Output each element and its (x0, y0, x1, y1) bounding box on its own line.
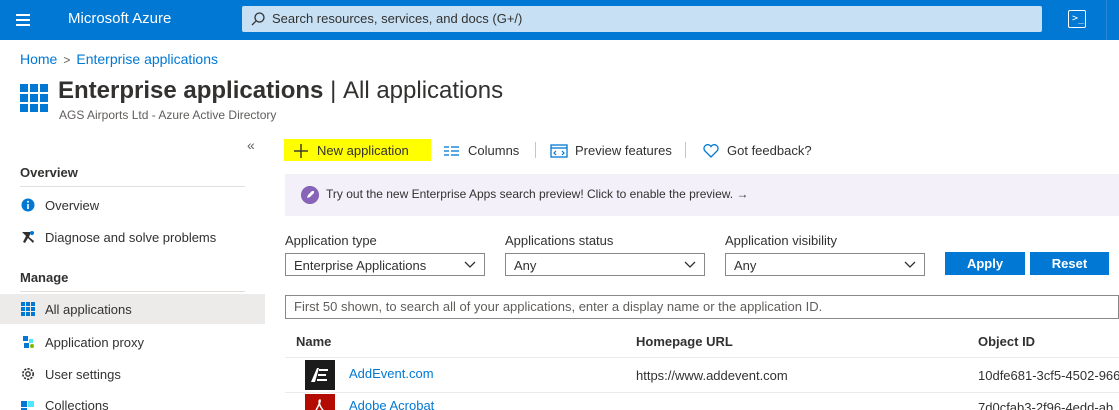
heart-icon (703, 144, 719, 158)
header-divider (285, 357, 1119, 358)
page-title-view: All applications (342, 77, 504, 104)
banner-message: Try out the new Enterprise Apps search p… (326, 187, 734, 201)
page-title-separator: | (323, 77, 343, 104)
grid-icon (21, 302, 35, 316)
search-placeholder: Search resources, services, and docs (G+… (272, 11, 523, 26)
command-separator (535, 142, 536, 158)
column-header-object-id[interactable]: Object ID (978, 334, 1035, 349)
sidebar-item-diagnose[interactable]: Diagnose and solve problems (0, 222, 265, 252)
sidebar-item-collections[interactable]: Collections (0, 390, 265, 410)
app-search-field[interactable] (285, 295, 1119, 319)
apply-button[interactable]: Apply (945, 252, 1025, 275)
chevron-down-icon (464, 261, 476, 268)
sidebar-item-label: Application proxy (45, 335, 144, 350)
app-visibility-dropdown[interactable]: Any (725, 253, 925, 276)
breadcrumb-home[interactable]: Home (20, 51, 57, 67)
brand-title[interactable]: Microsoft Azure (68, 10, 171, 27)
collapse-sidebar-icon[interactable]: « (247, 137, 255, 153)
chevron-down-icon (904, 261, 916, 268)
info-icon (21, 198, 35, 212)
wrench-icon (22, 231, 34, 243)
feedback-button[interactable]: Got feedback? (702, 140, 817, 162)
column-header-name[interactable]: Name (296, 334, 331, 349)
app-status-dropdown[interactable]: Any (505, 253, 705, 276)
sidebar-item-user-settings[interactable]: User settings (0, 359, 265, 389)
cloud-shell-icon[interactable]: >_ (1068, 10, 1086, 28)
arrow-right-icon: → (736, 187, 749, 201)
collections-icon (21, 401, 34, 410)
sidebar-item-label: User settings (45, 367, 121, 382)
hamburger-menu-icon[interactable] (12, 9, 34, 31)
breadcrumb-current[interactable]: Enterprise applications (76, 51, 218, 67)
app-visibility-label: Application visibility (725, 233, 837, 248)
gear-icon (22, 368, 34, 380)
banner-text: Try out the new Enterprise Apps search p… (326, 187, 748, 201)
page-title: Enterprise applications | All applicatio… (58, 77, 503, 105)
chevron-down-icon (684, 261, 696, 268)
columns-button[interactable]: Columns (443, 140, 523, 162)
sidebar-item-label: Diagnose and solve problems (45, 230, 217, 245)
app-status-value: Any (514, 258, 537, 273)
addevent-logo-icon (305, 360, 335, 390)
sidebar-item-label: Collections (45, 398, 109, 410)
search-icon (251, 12, 265, 26)
app-visibility-value: Any (734, 258, 757, 273)
app-type-value: Enterprise Applications (294, 258, 427, 273)
global-search-box[interactable]: Search resources, services, and docs (G+… (242, 6, 1042, 32)
columns-icon (444, 146, 459, 156)
new-application-label: New application (317, 143, 409, 158)
sidebar-section-overview: Overview (20, 165, 78, 180)
app-search-input[interactable] (294, 299, 1094, 314)
app-type-label: Application type (285, 233, 377, 248)
sidebar-divider (20, 186, 245, 187)
preview-features-label: Preview features (575, 143, 672, 158)
app-object-id: 7d0cfab3-2f96-4edd-ab (978, 400, 1114, 410)
plus-icon (294, 144, 308, 158)
app-type-dropdown[interactable]: Enterprise Applications (285, 253, 485, 276)
topbar-divider (1106, 0, 1119, 40)
columns-label: Columns (468, 143, 520, 158)
new-application-button[interactable]: New application (292, 140, 427, 162)
feedback-label: Got feedback? (727, 143, 812, 158)
command-separator (685, 142, 686, 158)
rocket-icon (301, 186, 319, 204)
sidebar-divider (20, 291, 245, 292)
page-title-main: Enterprise applications (58, 77, 324, 104)
preview-features-button[interactable]: Preview features (550, 140, 675, 162)
app-name-link[interactable]: Adobe Acrobat (349, 398, 434, 410)
sidebar-item-overview[interactable]: Overview (0, 190, 265, 220)
app-object-id: 10dfe681-3cf5-4502-966 (978, 368, 1119, 383)
column-header-homepage-url[interactable]: Homepage URL (636, 334, 733, 349)
app-homepage-url: https://www.addevent.com (636, 368, 788, 383)
sidebar-item-label: All applications (45, 302, 132, 317)
row-divider (285, 392, 1119, 393)
breadcrumb: Home > Enterprise applications (20, 51, 218, 67)
sidebar-item-application-proxy[interactable]: Application proxy (0, 327, 265, 357)
sidebar-section-manage: Manage (20, 270, 69, 285)
adobe-acrobat-logo-icon (305, 394, 335, 410)
chevron-right-icon: > (63, 53, 71, 67)
preview-features-icon (550, 144, 568, 158)
top-bar: Microsoft Azure Search resources, servic… (0, 0, 1119, 40)
sidebar-item-all-applications[interactable]: All applications (0, 294, 265, 324)
page-subtitle: AGS Airports Ltd - Azure Active Director… (59, 108, 277, 122)
app-name-link[interactable]: AddEvent.com (349, 366, 434, 381)
app-status-label: Applications status (505, 233, 614, 248)
proxy-icon (23, 336, 34, 348)
enterprise-apps-grid-icon (20, 84, 48, 112)
reset-button[interactable]: Reset (1030, 252, 1109, 275)
sidebar-item-label: Overview (45, 198, 100, 213)
preview-banner[interactable]: Try out the new Enterprise Apps search p… (285, 174, 1119, 216)
